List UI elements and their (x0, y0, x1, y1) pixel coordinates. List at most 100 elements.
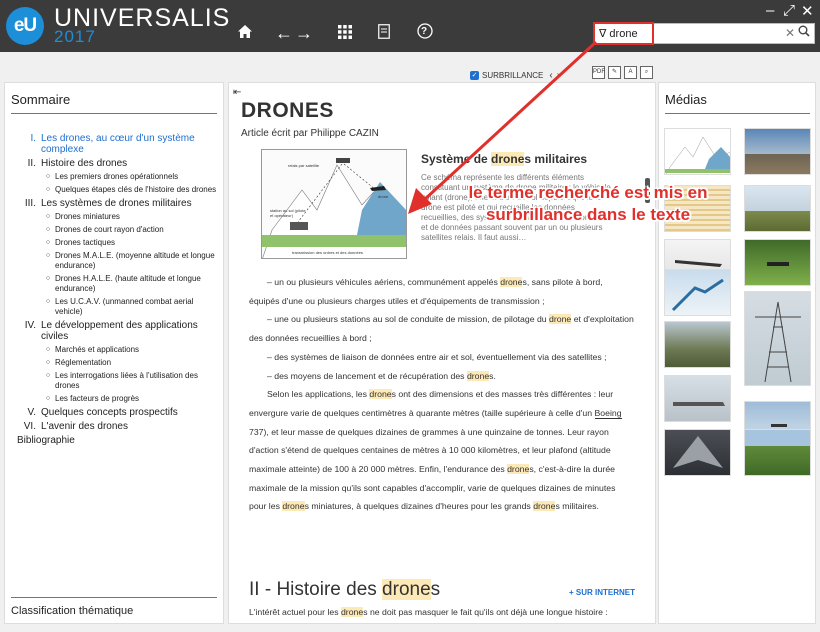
toc-subsection-label: Réglementation (55, 358, 112, 367)
toc-section-number: I. (30, 133, 36, 144)
paragraph: – des systèmes de liaison de données ent… (249, 348, 635, 367)
media-thumbnail[interactable] (744, 291, 811, 386)
media-thumbnail[interactable] (664, 269, 731, 316)
toc-section-number: II. (27, 158, 36, 169)
classification-link[interactable]: Classification thématique (11, 605, 133, 617)
close-window-button[interactable]: ✕ (801, 2, 814, 20)
toc-section-label: Histoire des drones (41, 158, 128, 169)
toc-section[interactable]: IV. Le développement des applications civ… (11, 320, 217, 342)
author-name[interactable]: Philippe CAZIN (310, 128, 378, 139)
highlighted-term: drone (340, 607, 364, 617)
clear-search-icon[interactable]: ✕ (785, 26, 795, 40)
paragraph-text: s miniatures, à quelques dizaines d'heur… (304, 501, 534, 512)
universalis-logo[interactable]: eU (6, 7, 44, 45)
find-button[interactable]: ⌕ (640, 66, 653, 79)
media-thumbnail[interactable] (744, 128, 811, 175)
media-divider (665, 113, 810, 114)
highlighted-term: drone (382, 579, 431, 600)
media-thumbnail[interactable] (664, 128, 731, 175)
prev-occurrence-button[interactable]: ‹ (549, 70, 556, 81)
edit-button[interactable]: ✎ (608, 66, 621, 79)
media-thumbnail[interactable] (744, 429, 811, 476)
paragraph: – une ou plusieurs stations au sol de co… (249, 310, 635, 347)
toc-subsection[interactable]: ○ Drones de court rayon d'action (41, 225, 217, 235)
document-icon[interactable] (377, 23, 391, 43)
media-thumbnail[interactable] (664, 375, 731, 422)
back-arrow-icon[interactable]: ← (275, 23, 293, 43)
highlight-nav[interactable]: ‹› (549, 70, 564, 81)
toc-divider (11, 113, 217, 114)
toc-subsection[interactable]: ○ Drones miniatures (41, 212, 217, 222)
toc-section-number: V. (27, 407, 36, 418)
boeing-link[interactable]: Boeing (594, 407, 622, 419)
paragraph-text: s militaires. (555, 501, 599, 512)
toc-subsection[interactable]: ○ Quelques étapes clés de l'histoire des … (41, 185, 217, 195)
bullet-icon: ○ (45, 252, 51, 259)
toc-subsection[interactable]: ○ Les interrogations liées à l'utilisatio… (41, 371, 217, 391)
bullet-icon: ○ (45, 395, 51, 402)
bullet-icon: ○ (45, 359, 51, 366)
toc-subsection[interactable]: ○ Réglementation (41, 358, 217, 368)
toc-subsection[interactable]: ○ Drones H.A.L.E. (haute altitude et long… (41, 274, 217, 294)
toc-subsection[interactable]: ○ Marchés et applications (41, 345, 217, 355)
toc-section[interactable]: III. Les systèmes de drones militaires (11, 198, 217, 209)
toc-subsection-label: Drones H.A.L.E. (haute altitude et longu… (55, 274, 201, 293)
figure-title-post: s militaires (524, 152, 588, 166)
toc-section[interactable]: VI. L'avenir des drones (11, 421, 217, 432)
toc-bibliography[interactable]: Bibliographie (11, 435, 217, 446)
bullet-icon: ○ (45, 239, 51, 246)
section-heading-text: s (430, 579, 441, 600)
media-title: Médias (665, 92, 707, 107)
highlighted-term: drone (369, 389, 392, 400)
media-panel: Médias (658, 82, 816, 624)
toc-subsection[interactable]: ○ Les facteurs de progrès (41, 394, 217, 404)
toc-subsection[interactable]: ○ Drones tactiques (41, 238, 217, 248)
minimize-button[interactable]: – (766, 2, 774, 19)
internet-link[interactable]: + SUR INTERNET (569, 588, 635, 597)
figure-title: Système de drones militaires (421, 152, 587, 166)
home-icon[interactable] (236, 23, 254, 43)
toc-section[interactable]: II. Histoire des drones (11, 158, 217, 169)
forward-arrow-icon[interactable]: → (295, 23, 313, 43)
toc-section[interactable]: V. Quelques concepts prospectifs (11, 407, 217, 418)
article-tools: PDF ✎ A ⌕ (592, 66, 653, 79)
figure-thumbnail[interactable]: relais par satellite drone station au so… (261, 149, 407, 259)
media-thumbnail[interactable] (664, 429, 731, 476)
bullet-icon: ○ (45, 213, 51, 220)
paragraph-text: – des systèmes de liaison de données ent… (267, 351, 607, 362)
toc-subsection-label: Drones tactiques (55, 238, 116, 247)
toc-subsection[interactable]: ○ Les premiers drones opérationnels (41, 172, 217, 182)
table-of-contents-panel: Sommaire I. Les drones, au cœur d'un syst… (4, 82, 224, 624)
media-thumbnail[interactable] (744, 185, 811, 232)
next-occurrence-button[interactable]: › (557, 70, 564, 81)
help-label: ? (420, 26, 428, 37)
toc-title: Sommaire (11, 92, 71, 107)
maximize-button[interactable]: ⤢ (783, 2, 795, 19)
toc-section-label: L'avenir des drones (41, 421, 128, 432)
annotation-text: le terme recherché est mis en surbrillan… (468, 183, 708, 224)
toc-subsection[interactable]: ○ Drones M.A.L.E. (moyenne altitude et lo… (41, 251, 217, 271)
toc-subsection[interactable]: ○ Les U.C.A.V. (unmanned combat aerial ve… (41, 297, 217, 317)
toc-section-label: Le développement des applications civile… (41, 320, 198, 342)
toc-section[interactable]: I. Les drones, au cœur d'un système compl… (11, 133, 217, 155)
section-heading-text: II - Histoire des (249, 579, 383, 600)
highlighted-term: drone (507, 464, 530, 475)
grid-icon[interactable] (337, 23, 353, 43)
highlight-label: SURBRILLANCE (482, 71, 544, 80)
help-icon[interactable]: ? (416, 23, 434, 43)
collapse-panel-icon[interactable]: ⇤ (233, 87, 241, 98)
figure-label-satellite: relais par satellite (288, 163, 320, 168)
pdf-button[interactable]: PDF (592, 66, 605, 79)
media-thumbnail[interactable] (744, 239, 811, 286)
media-thumbnail[interactable] (664, 321, 731, 368)
paragraph-text: – une ou plusieurs stations au sol de co… (267, 314, 550, 325)
app-header: eU UNIVERSALIS 2017 ← → ? – ⤢ ✕ ∇ drone … (0, 0, 820, 52)
font-size-button[interactable]: A (624, 66, 637, 79)
search-icon[interactable] (798, 25, 810, 40)
bullet-icon: ○ (45, 275, 51, 282)
highlight-toggle[interactable]: ✓ SURBRILLANCE ‹› (470, 70, 564, 81)
paragraph-text: Selon les applications, les (267, 389, 370, 400)
highlighted-term: drone (282, 501, 305, 512)
highlight-checkbox[interactable]: ✓ (470, 71, 479, 80)
figure-label-drone: drone (378, 194, 389, 199)
